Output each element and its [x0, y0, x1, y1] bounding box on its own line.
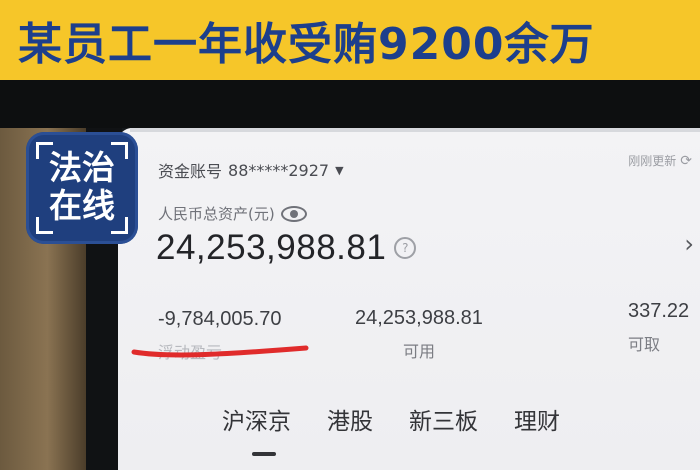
- headline-text: 某员工一年收受贿9200余万: [18, 19, 595, 70]
- total-assets-row: 24,253,988.81 ?: [156, 228, 417, 268]
- account-label: 资金账号: [158, 162, 223, 181]
- market-tabs: 沪深京 港股 新三板 理财: [222, 402, 560, 436]
- logo-text-line1: 法治: [49, 148, 115, 187]
- tab-wealth[interactable]: 理财: [514, 402, 560, 436]
- active-tab-indicator: [252, 452, 276, 456]
- account-number: 88*****2927: [228, 160, 330, 180]
- tab-hk-stocks[interactable]: 港股: [327, 402, 373, 436]
- caret-down-icon: ▼: [335, 163, 344, 177]
- red-underline-mark: [131, 345, 309, 358]
- logo-text-line2: 在线: [49, 186, 115, 225]
- withdrawable-stat: 337.22 可取: [628, 300, 689, 355]
- screen-top-edge: [130, 128, 700, 132]
- tab-new-third-board[interactable]: 新三板: [409, 402, 478, 436]
- refresh-label: 刚刚更新: [628, 154, 677, 168]
- total-assets-label: 人民币总资产(元): [158, 205, 275, 223]
- total-assets-header: 人民币总资产(元): [158, 203, 307, 224]
- fazhi-zaixian-logo: 法治 在线: [26, 132, 138, 244]
- total-assets-value: 24,253,988.81: [156, 228, 387, 267]
- floating-pnl-value: -9,784,005.70: [158, 308, 282, 330]
- headline-banner: 某员工一年收受贿9200余万: [0, 0, 700, 80]
- help-icon[interactable]: ?: [394, 237, 417, 259]
- chevron-right-icon[interactable]: ›: [684, 230, 694, 258]
- account-selector[interactable]: 资金账号 88*****2927 ▼: [158, 158, 344, 182]
- withdrawable-value: 337.22: [628, 300, 690, 322]
- available-stat: 24,253,988.81 可用: [355, 307, 483, 362]
- available-value: 24,253,988.81: [355, 307, 483, 329]
- eye-icon[interactable]: [280, 205, 307, 222]
- withdrawable-label: 可取: [628, 337, 661, 354]
- video-dark-band: [0, 80, 700, 128]
- refresh-icon: ⟳: [680, 152, 692, 169]
- refresh-status[interactable]: 刚刚更新 ⟳: [628, 152, 692, 169]
- tab-hu-shen-jing[interactable]: 沪深京: [222, 402, 291, 436]
- available-label: 可用: [402, 344, 435, 361]
